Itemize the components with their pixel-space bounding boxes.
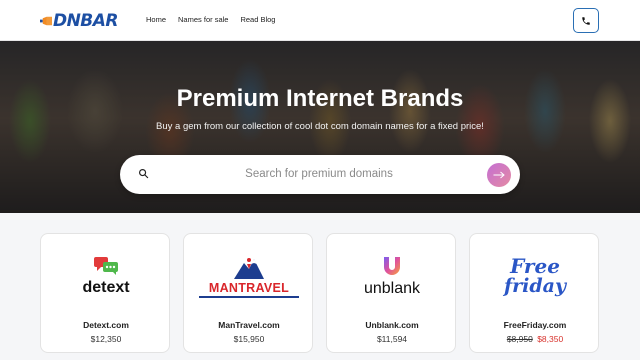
domain-price: $12,350: [90, 334, 122, 344]
main-nav: Home Names for sale Read Blog: [146, 14, 287, 26]
domain-name: FreeFriday.com: [503, 320, 567, 330]
unblank-logo-text: unblank: [363, 279, 421, 297]
domain-name: Detext.com: [83, 320, 129, 330]
mantravel-logo: MANTRAVEL: [184, 246, 314, 306]
domain-card-unblank[interactable]: unblank Unblank.com $11,594: [326, 233, 456, 353]
search-icon[interactable]: [138, 168, 149, 179]
domain-card-mantravel[interactable]: MANTRAVEL ManTravel.com $15,950: [183, 233, 313, 353]
hero-subtitle: Buy a gem from our collection of cool do…: [156, 121, 484, 132]
search-input[interactable]: [164, 163, 474, 185]
mantravel-underline: [199, 295, 299, 298]
freefriday-logo-line1: Free: [510, 254, 560, 278]
page: DNBAR Home Names for sale Read Blog Prem…: [0, 0, 640, 360]
logo-text: DNBAR: [52, 11, 119, 31]
mountain-icon: [234, 257, 264, 279]
u-shape-icon: [384, 256, 400, 275]
arrow-right-icon: [493, 171, 505, 179]
domain-cards: detext Detext.com $12,350 MANTRAVEL ManT…: [40, 233, 600, 360]
domain-price: $11,594: [376, 334, 408, 344]
site-logo[interactable]: DNBAR: [40, 10, 119, 32]
sale-price: $8,350: [537, 334, 564, 344]
search-submit-button[interactable]: [487, 163, 511, 187]
phone-icon: [582, 16, 590, 25]
old-price: $8,950: [506, 334, 533, 344]
chat-bubbles-icon: [94, 256, 118, 275]
unblank-logo: unblank: [327, 246, 457, 306]
mantravel-logo-text: MANTRAVEL: [208, 280, 290, 295]
domain-name: ManTravel.com: [218, 320, 280, 330]
nav-home[interactable]: Home: [146, 14, 166, 26]
logo-bottle-icon: [40, 16, 52, 26]
nav-names-for-sale[interactable]: Names for sale: [178, 14, 228, 26]
site-header: DNBAR Home Names for sale Read Blog: [0, 0, 640, 41]
phone-button[interactable]: [573, 8, 599, 33]
domain-card-freefriday[interactable]: Free friday FreeFriday.com $8,950 $8,350: [469, 233, 599, 353]
domain-card-detext[interactable]: detext Detext.com $12,350: [40, 233, 170, 353]
freefriday-logo: Free friday: [470, 246, 600, 306]
detext-logo: detext: [41, 246, 171, 306]
domain-name: Unblank.com: [365, 320, 419, 330]
domain-price: $15,950: [233, 334, 265, 344]
hero-banner: Premium Internet Brands Buy a gem from o…: [0, 41, 640, 213]
detext-logo-text: detext: [82, 278, 130, 296]
search-bar: [120, 155, 520, 194]
nav-read-blog[interactable]: Read Blog: [240, 14, 275, 26]
freefriday-logo-line2: friday: [503, 275, 567, 297]
hero-title: Premium Internet Brands: [176, 85, 464, 112]
domain-price: $8,950 $8,350: [470, 334, 600, 344]
